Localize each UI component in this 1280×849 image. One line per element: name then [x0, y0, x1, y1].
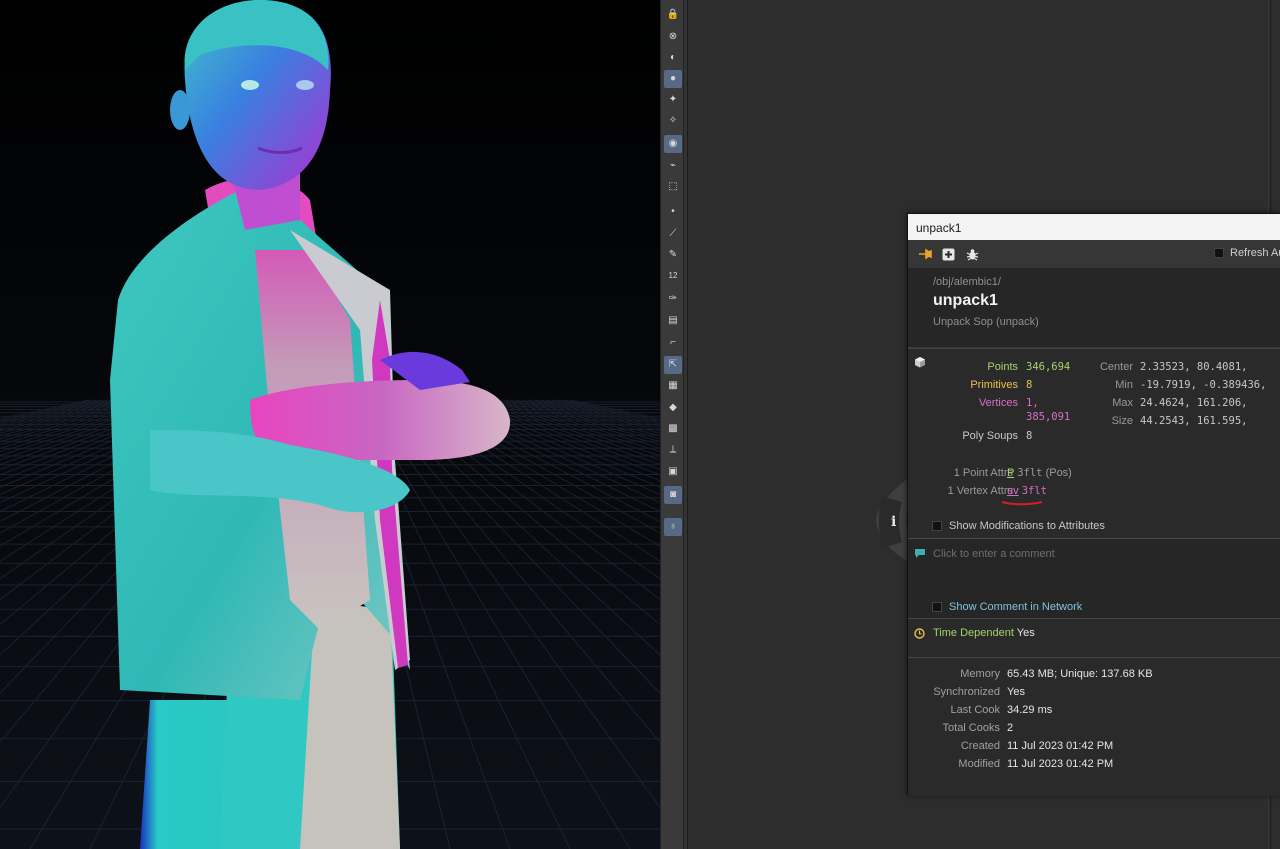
lock-icon[interactable]: 🔒: [664, 6, 682, 24]
vertex-attr-name[interactable]: uv: [1007, 485, 1019, 497]
window-title-bar[interactable]: unpack1: [908, 214, 1280, 240]
vertex-attrs-row: uv 3flt: [1007, 485, 1047, 497]
last-cook-value: 34.29 ms: [1007, 704, 1053, 716]
corner-icon[interactable]: ⌐: [664, 334, 682, 352]
synchronized-value: Yes: [1007, 686, 1025, 698]
vertex-attr-type: 3flt: [1021, 485, 1047, 497]
memory-value: 65.43 MB; Unique: 137.68 KB: [1007, 668, 1153, 680]
show-comment-toggle[interactable]: Show Comment in Network: [932, 601, 1082, 613]
brush-icon[interactable]: ✑: [664, 290, 682, 308]
camera-view-icon[interactable]: ◉: [664, 135, 682, 153]
comment-section[interactable]: Click to enter a comment Show Comment in…: [908, 538, 1280, 618]
red-annotation-underline: [1001, 501, 1043, 506]
polysoups-value: 8: [1026, 430, 1033, 442]
refresh-label: Refresh Au: [1230, 247, 1280, 259]
box-icon[interactable]: ▣: [664, 463, 682, 481]
node-name: unpack1: [933, 292, 998, 309]
size-label: Size: [1111, 415, 1133, 427]
grid-icon[interactable]: ▦: [664, 377, 682, 395]
snapping-icon[interactable]: ⌁: [664, 157, 682, 175]
memory-label: Memory: [960, 668, 1000, 680]
node-header: /obj/alembic1/ unpack1 Unpack Sop (unpac…: [908, 268, 1280, 348]
modified-label: Modified: [958, 758, 1000, 770]
geometry-info-section: Points 346,694 Primitives 8 Vertices 1, …: [908, 348, 1280, 538]
viewport-scene: [0, 0, 660, 849]
points-label: Points: [987, 361, 1018, 373]
node-path: /obj/alembic1/: [933, 276, 1001, 288]
bulb-icon[interactable]: ♁: [664, 518, 682, 536]
size-value: 44.2543, 161.595,: [1140, 415, 1248, 427]
node-type: Unpack Sop (unpack): [933, 316, 1039, 328]
info-toolbar: Refresh Au: [908, 240, 1280, 268]
light-handle-icon[interactable]: ✧: [664, 112, 682, 130]
modified-value: 11 Jul 2023 01:42 PM: [1007, 758, 1114, 770]
total-cooks-label: Total Cooks: [942, 722, 1000, 734]
primitives-value: 8: [1026, 379, 1033, 391]
light-icon[interactable]: ✦: [664, 91, 682, 109]
synchronized-label: Synchronized: [933, 686, 1000, 698]
show-mods-checkbox[interactable]: [932, 521, 942, 531]
max-label: Max: [1112, 397, 1133, 409]
window-title: unpack1: [916, 221, 962, 235]
vertices-value-line2: 385,091: [1026, 411, 1071, 423]
show-comment-checkbox[interactable]: [932, 602, 942, 612]
vertices-label: Vertices: [978, 397, 1018, 409]
last-cook-label: Last Cook: [950, 704, 1000, 716]
point-icon[interactable]: •: [664, 203, 682, 221]
select-icon[interactable]: ●: [664, 70, 682, 88]
center-label: Center: [1099, 361, 1133, 373]
cook-stats-section: Memory 65.43 MB; Unique: 137.68 KB Synch…: [908, 658, 1280, 796]
select-tool-icon[interactable]: ⇱: [664, 356, 682, 374]
tag-icon[interactable]: ◆: [664, 399, 682, 417]
time-dependent-row: Time Dependent Yes: [908, 618, 1280, 658]
edge-icon[interactable]: ⟋: [664, 225, 682, 243]
show-comment-label: Show Comment in Network: [949, 601, 1083, 613]
viewport-toolbar: 🔒 ⊗ ◐ ● ✦ ✧ ◉ ⌁ ⬚ • ⟋ ✎ 12 ✑ ▤ ⌐ ⇱ ▦ ◆ ▩ ⟂ ▣ ◙ ♁: [660, 0, 684, 849]
time-dependent-label: Time Dependent: [933, 627, 1014, 639]
measure-icon[interactable]: ⟂: [664, 441, 682, 459]
min-label: Min: [1115, 379, 1133, 391]
clock-icon: [914, 628, 925, 639]
paint-icon[interactable]: ▤: [664, 312, 682, 330]
camera-icon[interactable]: ◙: [664, 486, 682, 504]
add-icon[interactable]: [941, 247, 955, 261]
comment-bubble-icon: [915, 549, 925, 558]
time-dependent-text: Time Dependent Yes: [933, 627, 1035, 639]
points-value: 346,694: [1026, 361, 1071, 373]
show-mods-toggle[interactable]: Show Modifications to Attributes: [932, 520, 1105, 532]
vertex-attrs-label: 1 Vertex Attrs: [947, 485, 1013, 497]
debug-bug-icon[interactable]: [965, 247, 979, 261]
display-options-icon[interactable]: ⊗: [664, 28, 682, 46]
point-attr-extra: (Pos): [1045, 467, 1072, 479]
total-cooks-value: 2: [1007, 722, 1014, 734]
point-attr-name[interactable]: P: [1007, 467, 1014, 479]
point-attrs-row: P 3flt (Pos): [1007, 467, 1072, 479]
refresh-auto-toggle[interactable]: Refresh Au: [1214, 247, 1280, 259]
created-label: Created: [960, 740, 1000, 752]
time-dependent-value: Yes: [1016, 627, 1035, 639]
min-value: -19.7919, -0.389436,: [1140, 379, 1267, 391]
point-attr-type: 3flt: [1017, 467, 1043, 479]
center-value: 2.33523, 80.4081,: [1140, 361, 1248, 373]
pen-icon[interactable]: ✎: [664, 246, 682, 264]
primitives-label: Primitives: [970, 379, 1018, 391]
max-value: 24.4624, 161.206,: [1140, 397, 1248, 409]
point-attrs-label: 1 Point Attrs: [953, 467, 1013, 479]
info-icon[interactable]: i: [891, 514, 896, 530]
vertices-value-line1: 1,: [1026, 397, 1039, 409]
map-icon[interactable]: ▩: [664, 420, 682, 438]
comment-input[interactable]: Click to enter a comment: [933, 548, 1055, 560]
node-info-window: unpack1 Refresh Au /obj/alembic1/ unpack…: [907, 213, 1280, 796]
3d-viewport[interactable]: [0, 0, 660, 849]
object-transform-icon[interactable]: ⬚: [664, 178, 682, 196]
geometry-cube-icon: [915, 357, 925, 368]
show-mods-label: Show Modifications to Attributes: [949, 520, 1105, 532]
number-icon[interactable]: 12: [664, 267, 682, 285]
pin-icon[interactable]: [918, 247, 932, 261]
polysoups-label: Poly Soups: [962, 430, 1018, 442]
viewport-shading-icon[interactable]: ◐: [664, 49, 682, 67]
refresh-checkbox[interactable]: [1214, 248, 1224, 258]
created-value: 11 Jul 2023 01:42 PM: [1007, 740, 1114, 752]
